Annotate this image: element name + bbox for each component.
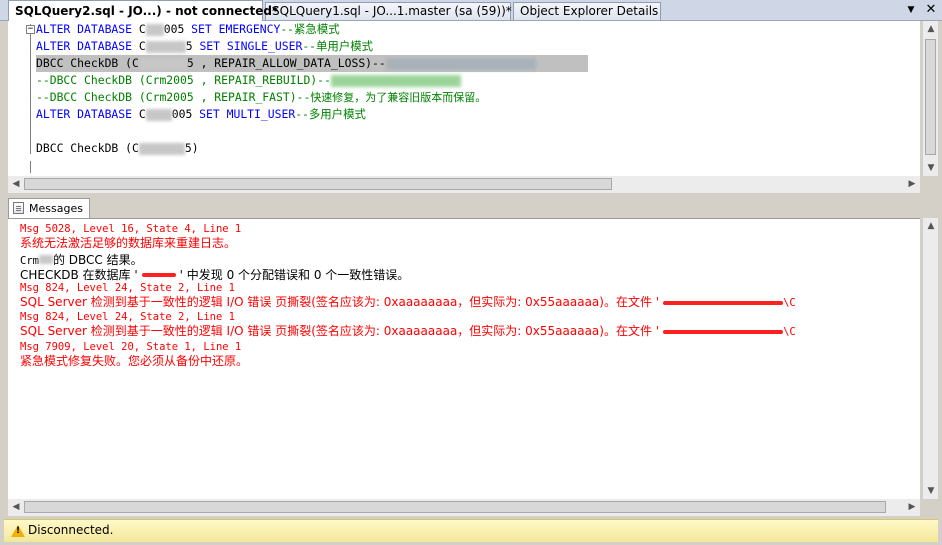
- code-line-7: DBCC CheckDB (C 5): [36, 140, 199, 157]
- code-text: 5): [184, 141, 199, 155]
- redaction: [145, 40, 186, 53]
- keyword: SET MULTI_USER: [199, 107, 296, 121]
- scroll-down-icon[interactable]: ▼: [923, 483, 939, 499]
- message-text: \C: [783, 326, 796, 338]
- redaction: [145, 23, 164, 36]
- message-text: 的 DBCC 结果。: [52, 253, 143, 267]
- scroll-up-icon[interactable]: ▲: [923, 21, 939, 37]
- comment: --多用户模式: [295, 107, 366, 121]
- redaction: [138, 57, 187, 70]
- code-text: DBCC CheckDB (C: [36, 141, 139, 155]
- messages-horizontal-scrollbar[interactable]: ◀ ▶: [8, 499, 920, 516]
- connection-status: Disconnected.: [28, 523, 114, 537]
- db-name: C: [138, 39, 146, 53]
- comment: 快速修复，为了兼容旧版本而保留。: [310, 91, 487, 104]
- db-name: C: [138, 22, 146, 36]
- messages-panel[interactable]: Msg 5028, Level 16, State 4, Line 1 系统无法…: [8, 218, 920, 500]
- keyword: ALTER DATABASE: [36, 22, 133, 36]
- message-text: SQL Server 检测到基于一致性的逻辑 I/O 错误 页撕裂(签名应该为:…: [20, 295, 660, 309]
- close-tab-icon[interactable]: ✕: [924, 2, 938, 18]
- outline-bar: [30, 24, 31, 154]
- editor-vertical-scrollbar[interactable]: ▲ ▼: [922, 21, 938, 176]
- message-error: SQL Server 检测到基于一致性的逻辑 I/O 错误 页撕裂(签名应该为:…: [20, 295, 796, 310]
- message-header: Msg 824, Level 24, State 2, Line 1: [20, 282, 235, 294]
- redaction: [663, 329, 784, 334]
- redaction: [138, 142, 185, 155]
- editor-horizontal-scrollbar[interactable]: ◀ ▶: [8, 176, 920, 193]
- warning-icon: [11, 525, 25, 537]
- db-name-suffix: 5: [185, 39, 193, 53]
- code-line-1: ALTER DATABASE C 005 SET EMERGENCY--紧急模式: [36, 21, 340, 38]
- outline-bar: [30, 161, 31, 173]
- tab-object-explorer-details[interactable]: Object Explorer Details: [513, 2, 661, 20]
- tab-sqlquery1[interactable]: SQLQuery1.sql - JO...1.master (sa (59))*: [265, 2, 512, 20]
- message-text: SQL Server 检测到基于一致性的逻辑 I/O 错误 页撕裂(签名应该为:…: [20, 324, 660, 338]
- tab-sqlquery2[interactable]: SQLQuery2.sql - JO...) - not connected*: [8, 0, 278, 21]
- keyword: ALTER DATABASE: [36, 39, 133, 53]
- document-tab-strip: SQLQuery2.sql - JO...) - not connected* …: [0, 0, 942, 21]
- message-header: Msg 5028, Level 16, State 4, Line 1: [20, 223, 242, 235]
- scroll-up-icon[interactable]: ▲: [923, 218, 939, 234]
- collapse-icon[interactable]: −: [26, 25, 35, 34]
- query-editor[interactable]: − ALTER DATABASE C 005 SET EMERGENCY--紧急模…: [8, 21, 920, 176]
- tab-messages-label: Messages: [29, 202, 83, 215]
- keyword: SET EMERGENCY: [191, 22, 281, 36]
- comment: --DBCC CheckDB (Crm2005 , REPAIR_REBUILD…: [36, 73, 331, 87]
- redaction: [330, 74, 461, 87]
- scroll-left-icon[interactable]: ◀: [8, 499, 24, 515]
- message-info: Crm 的 DBCC 结果。: [20, 251, 143, 267]
- redaction: [145, 108, 172, 121]
- message-text: CHECKDB 在数据库 ': [20, 268, 138, 282]
- messages-vertical-scrollbar[interactable]: ▲ ▼: [922, 218, 938, 499]
- code-text: 5 , REPAIR_ALLOW_DATA_LOSS): [186, 56, 373, 70]
- message-info: CHECKDB 在数据库 ' ' 中发现 0 个分配错误和 0 个一致性错误。: [20, 266, 410, 282]
- keyword: ALTER DATABASE: [36, 107, 133, 121]
- code-line-3-selected: DBCC CheckDB (C 5 , REPAIR_ALLOW_DATA_LOS…: [36, 55, 588, 72]
- message-text: ' 中发现 0 个分配错误和 0 个一致性错误。: [179, 268, 410, 282]
- code-line-5: --DBCC CheckDB (Crm2005 , REPAIR_FAST)--…: [36, 89, 486, 106]
- tab-list-dropdown-icon[interactable]: ▼: [904, 2, 918, 18]
- redaction: [38, 255, 53, 264]
- scroll-down-icon[interactable]: ▼: [923, 160, 939, 176]
- message-error: 系统无法激活足够的数据库来重建日志。: [20, 236, 237, 250]
- comment: --单用户模式: [302, 39, 373, 53]
- keyword: SET SINGLE_USER: [199, 39, 303, 53]
- messages-icon: [13, 202, 24, 214]
- scroll-left-icon[interactable]: ◀: [8, 176, 24, 192]
- code-line-4: --DBCC CheckDB (Crm2005 , REPAIR_REBUILD…: [36, 72, 461, 89]
- comment: --紧急模式: [280, 22, 340, 36]
- db-name-suffix: 005: [171, 107, 193, 121]
- redaction: [663, 300, 784, 305]
- code-line-2: ALTER DATABASE C 5 SET SINGLE_USER--单用户模式: [36, 38, 373, 55]
- scroll-thumb[interactable]: [24, 178, 612, 190]
- status-bar: Disconnected.: [4, 519, 938, 542]
- message-error: SQL Server 检测到基于一致性的逻辑 I/O 错误 页撕裂(签名应该为:…: [20, 324, 796, 339]
- scroll-right-icon[interactable]: ▶: [904, 176, 920, 192]
- message-error: 紧急模式修复失败。您必须从备份中还原。: [20, 354, 249, 368]
- code-text: DBCC CheckDB (C: [36, 56, 139, 70]
- db-name: C: [138, 107, 146, 121]
- scroll-thumb[interactable]: [925, 39, 936, 155]
- message-header: Msg 7909, Level 20, State 1, Line 1: [20, 341, 242, 353]
- message-header: Msg 824, Level 24, State 2, Line 1: [20, 311, 235, 323]
- tab-messages[interactable]: Messages: [8, 198, 90, 218]
- redaction: [141, 272, 176, 277]
- db-name-suffix: 005: [163, 22, 185, 36]
- scroll-right-icon[interactable]: ▶: [904, 499, 920, 515]
- comment: --DBCC CheckDB (Crm2005 , REPAIR_FAST)--: [36, 90, 311, 104]
- message-text: \C: [783, 297, 796, 309]
- comment: --: [372, 56, 386, 70]
- code-line-6: ALTER DATABASE C 005 SET MULTI_USER--多用户模…: [36, 106, 366, 123]
- redaction: [385, 57, 536, 70]
- scroll-thumb[interactable]: [24, 501, 886, 513]
